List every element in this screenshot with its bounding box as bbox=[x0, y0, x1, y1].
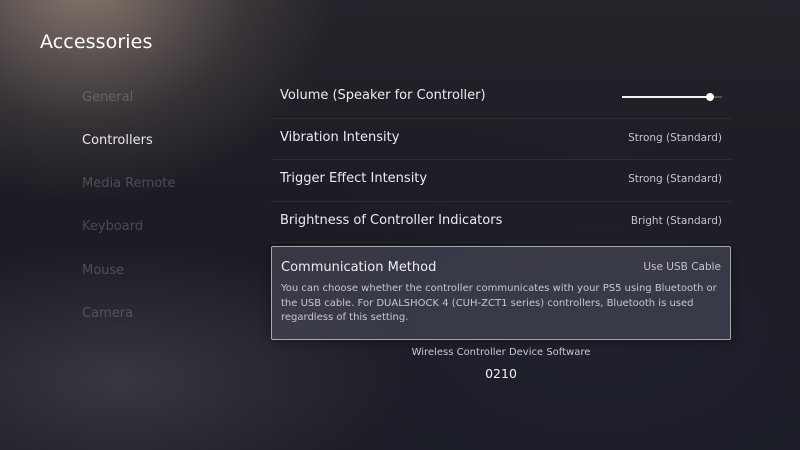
software-version: 0210 bbox=[485, 366, 517, 381]
sidebar-item-mouse[interactable]: Mouse bbox=[82, 263, 124, 278]
sidebar-item-general[interactable]: General bbox=[82, 90, 133, 105]
setting-row-volume[interactable]: Volume (Speaker for Controller) bbox=[271, 77, 731, 119]
setting-label: Brightness of Controller Indicators bbox=[280, 212, 503, 228]
setting-row-brightness[interactable]: Brightness of Controller Indicators Brig… bbox=[271, 202, 731, 243]
setting-label: Volume (Speaker for Controller) bbox=[280, 88, 486, 103]
setting-label: Trigger Effect Intensity bbox=[280, 171, 428, 186]
setting-label: Vibration Intensity bbox=[280, 129, 400, 145]
setting-value: Strong (Standard) bbox=[628, 131, 722, 144]
sidebar-item-keyboard[interactable]: Keyboard bbox=[82, 219, 143, 234]
software-label: Wireless Controller Device Software bbox=[411, 347, 591, 358]
setting-value: Use USB Cable bbox=[643, 261, 721, 273]
sidebar-item-controllers[interactable]: Controllers bbox=[82, 133, 153, 148]
sidebar-nav: General Controllers Media Remote Keyboar… bbox=[82, 0, 232, 450]
setting-row-vibration[interactable]: Vibration Intensity Strong (Standard) bbox=[271, 119, 731, 160]
setting-row-communication-method[interactable]: Communication Method Use USB Cable You c… bbox=[271, 246, 731, 340]
setting-value: Bright (Standard) bbox=[630, 214, 722, 227]
sidebar-item-camera[interactable]: Camera bbox=[82, 306, 133, 321]
volume-slider[interactable] bbox=[622, 93, 722, 101]
setting-description: You can choose whether the controller co… bbox=[281, 283, 717, 323]
slider-fill bbox=[622, 96, 710, 98]
setting-value: Strong (Standard) bbox=[628, 173, 722, 185]
slider-knob[interactable] bbox=[706, 93, 714, 101]
setting-row-trigger-effect[interactable]: Trigger Effect Intensity Strong (Standar… bbox=[271, 160, 731, 202]
device-software-info: Wireless Controller Device Software 0210 bbox=[271, 347, 731, 381]
sidebar-item-media-remote[interactable]: Media Remote bbox=[82, 176, 175, 191]
settings-list: Volume (Speaker for Controller) Vibratio… bbox=[271, 77, 731, 340]
